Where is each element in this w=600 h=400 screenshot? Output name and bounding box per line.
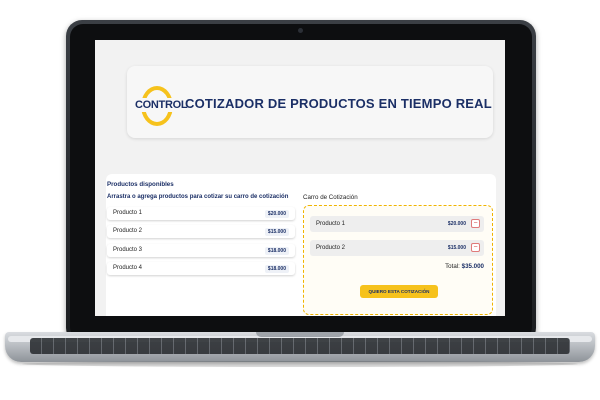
cart-item-price: $20.000 bbox=[447, 221, 466, 227]
product-price: $18.000 bbox=[264, 247, 289, 255]
product-price: $18.000 bbox=[264, 265, 289, 273]
product-name: Producto 2 bbox=[113, 228, 143, 234]
logo-text: CONTROL bbox=[135, 98, 188, 112]
page-title: COTIZADOR DE PRODUCTOS EN TIEMPO REAL bbox=[185, 96, 492, 111]
cart-item: Producto 2 $15.000 − bbox=[310, 240, 484, 256]
webcam-icon bbox=[298, 28, 303, 33]
product-card[interactable]: Producto 3 $18.000 bbox=[107, 244, 295, 257]
cart-dropzone[interactable]: Producto 1 $20.000 − Producto 2 $15.000 … bbox=[303, 205, 493, 315]
products-section-title: Productos disponibles bbox=[107, 181, 174, 188]
product-card[interactable]: Producto 2 $15.000 bbox=[107, 225, 295, 238]
submit-quote-button[interactable]: QUIERO ESTA COTIZACIÓN bbox=[360, 285, 438, 298]
product-name: Producto 4 bbox=[113, 265, 143, 271]
cart-total: Total: $35.000 bbox=[445, 263, 484, 270]
product-name: Producto 3 bbox=[113, 247, 143, 253]
product-price: $15.000 bbox=[264, 228, 289, 236]
cart-title: Carro de Cotización bbox=[303, 194, 358, 201]
product-card[interactable]: Producto 4 $18.000 bbox=[107, 262, 295, 275]
app-header: CONTROL COTIZADOR DE PRODUCTOS EN TIEMPO… bbox=[127, 66, 493, 138]
cart-item-name: Producto 2 bbox=[316, 245, 346, 251]
cart-item: Producto 1 $20.000 − bbox=[310, 216, 484, 232]
laptop-notch bbox=[256, 332, 344, 337]
remove-item-button[interactable]: − bbox=[471, 219, 480, 228]
product-price: $20.000 bbox=[264, 210, 289, 218]
cart-total-label: Total: bbox=[445, 263, 460, 270]
laptop-shadow bbox=[22, 361, 578, 367]
control-logo: CONTROL bbox=[135, 86, 188, 126]
cart-item-name: Producto 1 bbox=[316, 221, 346, 227]
cart-total-value: $35.000 bbox=[461, 263, 484, 270]
products-hint: Arrastra o agrega productos para cotizar… bbox=[107, 194, 289, 200]
product-card[interactable]: Producto 1 $20.000 bbox=[107, 207, 295, 220]
keyboard bbox=[30, 338, 570, 354]
remove-item-button[interactable]: − bbox=[471, 243, 480, 252]
laptop-screen: CONTROL COTIZADOR DE PRODUCTOS EN TIEMPO… bbox=[95, 40, 505, 316]
product-name: Producto 1 bbox=[113, 210, 143, 216]
cart-item-price: $15.000 bbox=[447, 245, 466, 251]
